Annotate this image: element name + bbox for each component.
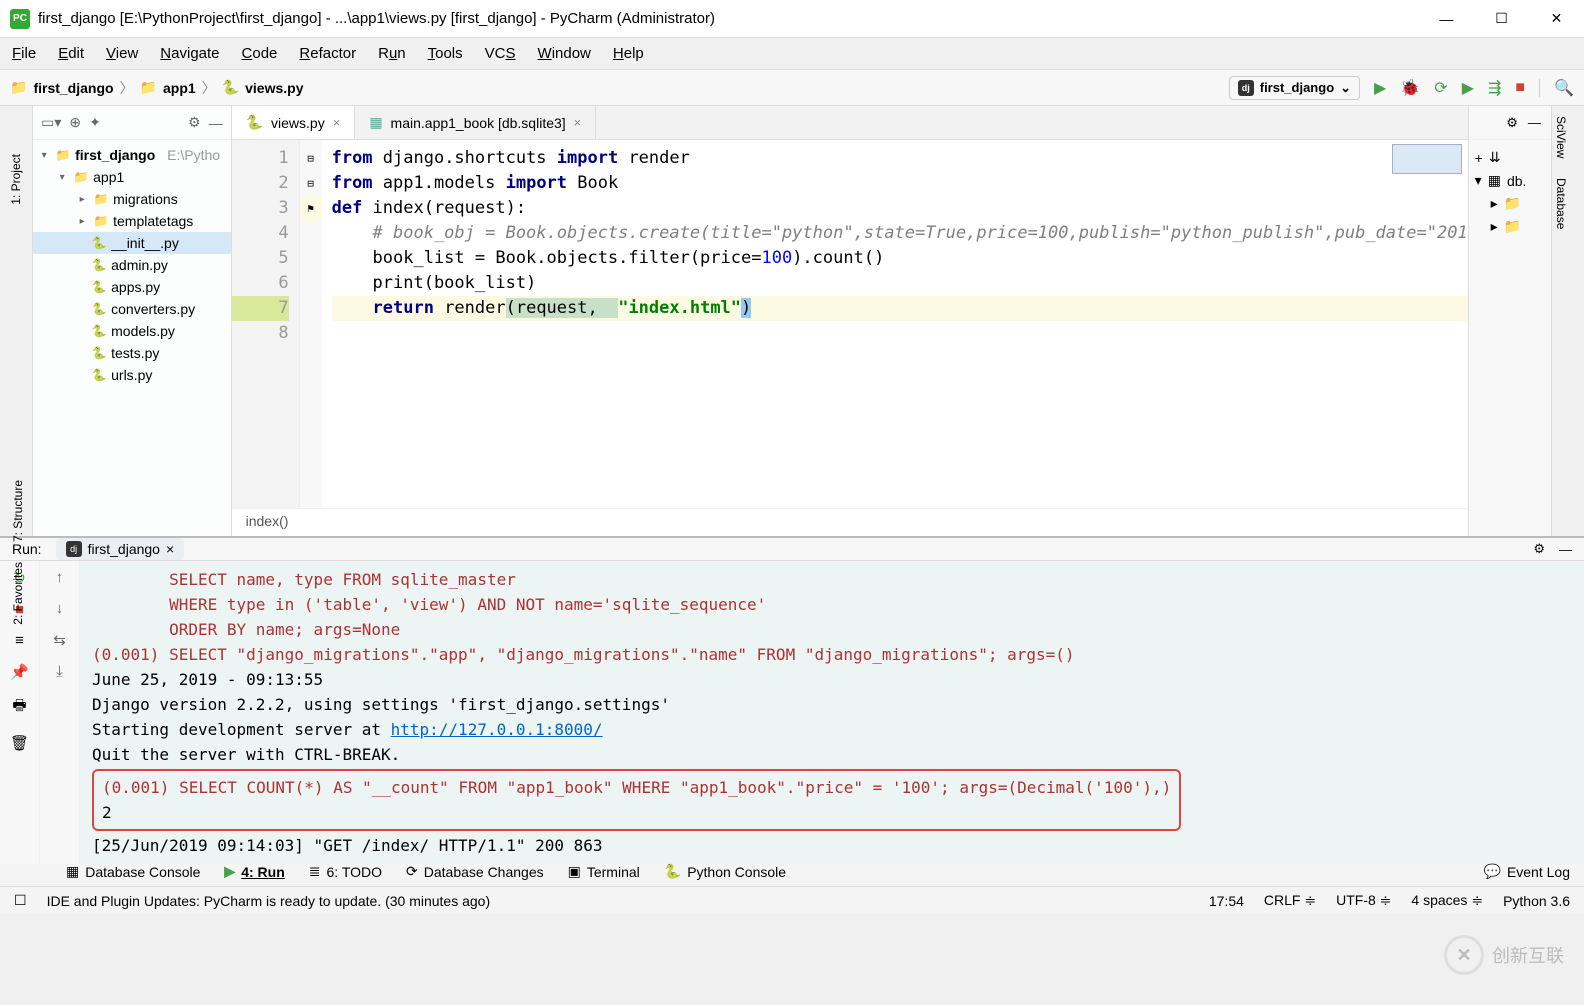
debug-icon[interactable]: 🐞	[1400, 78, 1420, 98]
menu-tools[interactable]: Tools	[428, 45, 463, 62]
menu-code[interactable]: Code	[242, 45, 278, 62]
menu-refactor[interactable]: Refactor	[299, 45, 356, 62]
code-editor[interactable]: 12345678 ⊟⊟⚑ from django.shortcuts impor…	[232, 140, 1468, 508]
print-icon[interactable]: 🖶	[12, 695, 26, 720]
gear-icon[interactable]: ⚙	[1506, 115, 1518, 131]
pin-icon[interactable]: 📌	[10, 663, 29, 681]
project-panel: ▭▾ ⊕ ✦ ⚙ — ▾📁first_django E:\Pytho ▾📁app…	[33, 106, 231, 536]
menu-run[interactable]: Run	[378, 45, 406, 62]
window-title: first_django [E:\PythonProject\first_dja…	[38, 10, 1419, 27]
hide-panel-icon[interactable]: —	[1528, 115, 1541, 130]
left-tool-stripe: 1: Project	[0, 106, 33, 536]
collapse-icon[interactable]: ⇊	[1489, 149, 1501, 166]
tab-sciview[interactable]: SciView	[1552, 106, 1570, 168]
run-panel: Run: djfirst_django× ⚙ — ↻ ■ ≡ 📌 🖶 🗑 ↑ ↓…	[0, 536, 1584, 856]
navbar: 📁first_django 〉📁app1 〉🐍views.py djfirst_…	[0, 70, 1584, 106]
menu-edit[interactable]: Edit	[58, 45, 84, 62]
run-config-tab[interactable]: djfirst_django×	[56, 538, 185, 560]
maximize-button[interactable]: ☐	[1474, 0, 1529, 38]
tab-db-table[interactable]: ▦main.app1_book [db.sqlite3]×	[355, 106, 596, 139]
hide-panel-icon[interactable]: —	[209, 115, 223, 131]
gear-icon[interactable]: ⚙	[188, 114, 201, 131]
coverage-icon[interactable]: ⟳	[1434, 78, 1447, 98]
status-time: 17:54	[1209, 893, 1244, 909]
profile-icon[interactable]: ▶	[1462, 78, 1474, 98]
stop-icon[interactable]: ■	[1515, 79, 1525, 97]
run-icon[interactable]: ▶	[1374, 78, 1386, 98]
menubar: File Edit View Navigate Code Refactor Ru…	[0, 38, 1584, 70]
tab-structure[interactable]: 7: Structure	[11, 480, 25, 542]
tool-db-changes[interactable]: ⟳ Database Changes	[406, 863, 544, 880]
project-view-select[interactable]: ▭▾	[41, 114, 61, 131]
gutter-marks: ⊟⊟⚑	[300, 140, 322, 508]
tool-db-console[interactable]: ▦ Database Console	[66, 863, 200, 880]
tool-todo[interactable]: ≣ 6: TODO	[309, 863, 382, 880]
tool-terminal[interactable]: ▣ Terminal	[568, 863, 640, 880]
console-output[interactable]: SELECT name, type FROM sqlite_master WHE…	[80, 561, 1584, 864]
run-config-selector[interactable]: djfirst_django⌄	[1229, 76, 1360, 100]
menu-window[interactable]: Window	[538, 45, 591, 62]
hide-panel-icon[interactable]: —	[1559, 542, 1572, 557]
menu-vcs[interactable]: VCS	[485, 45, 516, 62]
tab-project[interactable]: 1: Project	[7, 146, 25, 213]
right-tool-stripe: SciView Database	[1551, 106, 1584, 536]
minimap[interactable]	[1392, 144, 1462, 174]
status-interpreter[interactable]: Python 3.6	[1503, 893, 1570, 909]
watermark: ✕创新互联	[1444, 935, 1564, 975]
scroll-icon[interactable]: ⤓	[56, 663, 63, 680]
concurrency-icon[interactable]: ⇶	[1488, 78, 1501, 98]
breadcrumb[interactable]: 📁first_django 〉📁app1 〉🐍views.py	[10, 78, 304, 98]
trash-icon[interactable]: 🗑	[10, 734, 29, 752]
menu-view[interactable]: View	[106, 45, 138, 62]
tab-views-py[interactable]: 🐍views.py×	[232, 106, 356, 139]
close-button[interactable]: ✕	[1529, 0, 1584, 38]
layout-icon[interactable]: ≡	[15, 632, 24, 649]
tab-favorites[interactable]: 2: Favorites	[11, 562, 25, 625]
close-icon[interactable]: ×	[333, 115, 341, 130]
expand-icon[interactable]: ✦	[89, 114, 101, 131]
gear-icon[interactable]: ⚙	[1533, 541, 1545, 557]
menu-navigate[interactable]: Navigate	[160, 45, 219, 62]
project-tree[interactable]: ▾📁first_django E:\Pytho ▾📁app1 ▸📁migrati…	[33, 140, 230, 536]
app-icon: PC	[10, 9, 30, 29]
db-panel: ⚙ — +⇊ ▾▦db. ▸📁 ▸📁	[1468, 106, 1551, 536]
event-log[interactable]: 💬 Event Log	[1484, 863, 1571, 880]
line-gutter: 12345678	[232, 140, 300, 508]
menu-help[interactable]: Help	[613, 45, 644, 62]
minimize-button[interactable]: —	[1419, 0, 1474, 38]
tab-database[interactable]: Database	[1552, 168, 1570, 239]
menu-file[interactable]: File	[12, 45, 36, 62]
search-icon[interactable]: 🔍	[1554, 78, 1574, 98]
status-message[interactable]: IDE and Plugin Updates: PyCharm is ready…	[47, 893, 491, 909]
up-icon[interactable]: ↑	[56, 569, 64, 586]
titlebar: PC first_django [E:\PythonProject\first_…	[0, 0, 1584, 38]
target-icon[interactable]: ⊕	[69, 114, 81, 131]
wrap-icon[interactable]: ⇆	[53, 631, 66, 649]
down-icon[interactable]: ↓	[56, 600, 64, 617]
close-icon[interactable]: ×	[574, 115, 582, 130]
status-encoding[interactable]: UTF-8 ≑	[1336, 892, 1391, 909]
code-body[interactable]: from django.shortcuts import renderfrom …	[322, 140, 1468, 508]
editor-area: 🐍views.py× ▦main.app1_book [db.sqlite3]×…	[232, 106, 1468, 536]
add-icon[interactable]: +	[1475, 150, 1483, 166]
status-bar: ☐ IDE and Plugin Updates: PyCharm is rea…	[0, 886, 1584, 914]
code-breadcrumb[interactable]: index()	[232, 508, 1468, 536]
tool-python-console[interactable]: 🐍 Python Console	[664, 863, 786, 880]
tool-run[interactable]: ▶ 4: Run	[224, 863, 284, 880]
status-indent[interactable]: 4 spaces ≑	[1411, 892, 1483, 909]
status-line-sep[interactable]: CRLF ≑	[1264, 892, 1316, 909]
server-url-link[interactable]: http://127.0.0.1:8000/	[391, 720, 603, 739]
